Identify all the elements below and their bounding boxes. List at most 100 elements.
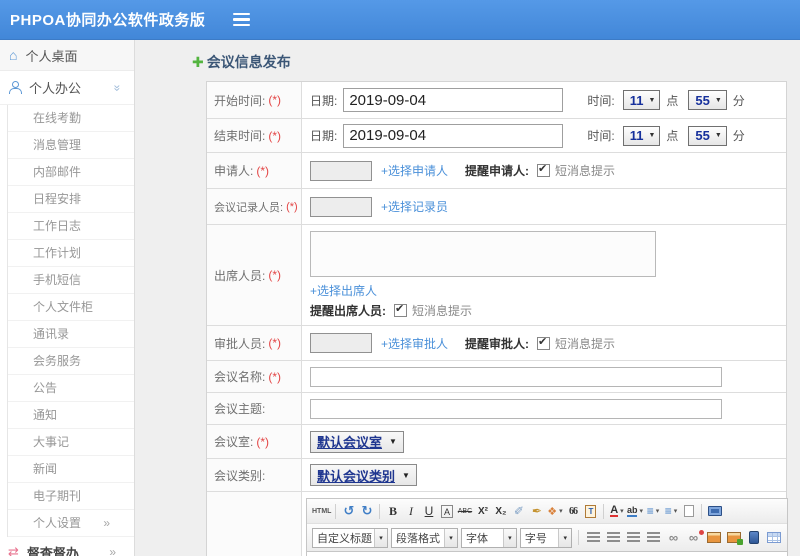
subscript-icon[interactable]: X₂ [492,502,509,520]
label-text: 审批人员: [214,336,266,351]
minute-unit-label: 分 [732,93,745,108]
sidebar-item-personal-settings[interactable]: 个人设置 » [8,510,134,537]
field-value-applicant: +选择申请人 提醒申请人: ✔ 短消息提示 [302,153,786,188]
choose-attendees-link[interactable]: +选择出席人 [310,282,377,299]
date-label: 日期: [310,93,338,108]
sms-hint-label: 短消息提示 [555,164,616,178]
sidebar-item-contacts[interactable]: 通讯录 [8,321,134,348]
paragraph-format-select[interactable]: 段落格式 ▾ [391,527,458,548]
choose-recorder-link[interactable]: +选择记录员 [381,198,448,215]
form-row-approver: 审批人员: (*) +选择审批人 提醒审批人: ✔ 短消息提示 [207,326,786,361]
applicant-sms-checkbox[interactable]: ✔ [537,163,551,177]
sidebar-item-work-log[interactable]: 工作日志 [8,213,134,240]
color-palette-button[interactable]: ❖ ▾ [546,502,563,520]
sidebar-item-personal-office[interactable]: 个人办公 » [0,71,134,105]
insert-image-button[interactable] [705,529,722,547]
redo-icon[interactable]: ↻ [358,502,375,520]
end-date-input[interactable] [343,123,564,148]
sidebar-item-personal-desktop[interactable]: ⌂ 个人桌面 [0,40,134,71]
bold-icon[interactable]: B [384,502,401,520]
sidebar-item-news[interactable]: 新闻 [8,456,134,483]
html-label: HTML [312,507,332,515]
undo-icon[interactable]: ↺ [340,502,357,520]
new-page-button[interactable] [680,502,697,520]
sidebar-item-message-management[interactable]: 消息管理 [8,132,134,159]
html-source-button[interactable]: HTML [312,502,331,520]
attendees-sms-checkbox[interactable]: ✔ [394,303,407,317]
fullscreen-icon [707,506,722,516]
form-row-applicant: 申请人: (*) +选择申请人 提醒申请人: ✔ 短消息提示 [207,153,786,189]
ordered-list-button[interactable]: ≡ ▾ [644,502,661,520]
menu-icon[interactable] [233,12,251,27]
attendees-textarea[interactable] [310,231,656,277]
align-left-button[interactable] [585,529,602,547]
sidebar-item-mobile-sms[interactable]: 手机短信 [8,267,134,294]
end-minute-select[interactable]: 55 ▼ [688,125,727,146]
minute-value: 55 [695,128,710,143]
eraser-icon[interactable]: ✐ [510,502,527,520]
paste-button[interactable]: T [582,502,599,520]
editor-content[interactable] [307,552,787,556]
sidebar-item-announcement[interactable]: 公告 [8,375,134,402]
remove-format-button[interactable]: A [438,502,455,520]
field-value-editor: HTML ↺ ↻ B I U A ABC X² X₂ ✐ ✒ ❖ ▾ 66 T … [302,492,788,556]
italic-icon[interactable]: I [402,502,419,520]
sidebar-item-notice[interactable]: 通知 [8,402,134,429]
sidebar-item-personal-file-cabinet[interactable]: 个人文件柜 [8,294,134,321]
meeting-room-select[interactable]: 默认会议室 ▼ [310,430,404,453]
meeting-name-input[interactable] [310,366,722,387]
sidebar-item-meeting-service[interactable]: 会务服务 [8,348,134,375]
font-size-select[interactable]: 字号 ▾ [519,527,573,548]
highlight-button[interactable]: ab ▾ [626,502,643,520]
align-right-button[interactable] [625,529,642,547]
sidebar-item-memorabilia[interactable]: 大事记 [8,429,134,456]
sidebar-item-schedule[interactable]: 日程安排 [8,186,134,213]
align-center-button[interactable] [605,529,622,547]
form-row-meeting-name: 会议名称: (*) [207,361,786,393]
format-brush-icon[interactable]: ✒ [528,502,545,520]
meeting-subject-input[interactable] [310,398,722,419]
upload-image-button[interactable] [725,529,743,547]
recorder-input[interactable] [310,196,372,217]
sidebar-item-e-journal[interactable]: 电子期刊 [8,483,134,510]
applicant-input[interactable] [310,160,372,181]
underline-icon[interactable]: U [420,502,437,520]
rich-text-editor: HTML ↺ ↻ B I U A ABC X² X₂ ✐ ✒ ❖ ▾ 66 T … [306,498,788,556]
meeting-category-select[interactable]: 默认会议类别 ▼ [310,464,417,486]
chevron-right-icon: » [109,545,116,556]
heading-style-select[interactable]: 自定义标题 ▾ [312,527,388,548]
strikethrough-icon[interactable]: ABC [456,502,473,520]
required-mark: (*) [268,369,282,384]
start-hour-select[interactable]: 11 ▼ [622,90,661,110]
start-minute-select[interactable]: 55 ▼ [688,90,727,110]
label-text: 结束时间: [214,129,266,143]
sidebar-item-online-attendance[interactable]: 在线考勤 [8,105,134,132]
align-justify-button[interactable] [645,529,662,547]
field-label-recorder: 会议记录人员: (*) [207,189,302,224]
unordered-list-button[interactable]: ≡ ▾ [662,502,679,520]
font-color-icon: A [610,504,619,517]
sidebar-item-supervision[interactable]: ⇄ 督查督办 » [0,537,134,556]
blockquote-icon[interactable]: 66 [564,502,581,520]
start-date-input[interactable] [343,88,564,112]
approver-input[interactable] [310,333,372,353]
fullscreen-button[interactable] [706,502,723,520]
select-arrow-icon: ▼ [714,132,722,139]
label-text: 会议类别: [214,468,266,483]
field-label-end-time: 结束时间: (*) [207,119,302,152]
superscript-icon[interactable]: X² [474,502,491,520]
insert-table-button[interactable] [765,529,782,547]
end-hour-select[interactable]: 11 ▼ [622,125,661,146]
page-title: ✚ 会议信息发布 [192,52,800,72]
sidebar-item-work-plan[interactable]: 工作计划 [8,240,134,267]
form-row-meeting-subject: 会议主题: [207,393,786,425]
choose-approver-link[interactable]: +选择审批人 [381,335,448,352]
remove-link-icon[interactable]: ∞ [685,529,704,547]
insert-media-button[interactable] [745,529,762,547]
choose-applicant-link[interactable]: +选择申请人 [381,162,448,179]
font-color-button[interactable]: A ▾ [608,502,625,520]
sidebar-item-internal-mail[interactable]: 内部邮件 [8,159,134,186]
approver-sms-checkbox[interactable]: ✔ [537,336,551,350]
insert-link-icon[interactable]: ∞ [665,529,682,547]
font-family-select[interactable]: 字体 ▾ [461,527,517,548]
